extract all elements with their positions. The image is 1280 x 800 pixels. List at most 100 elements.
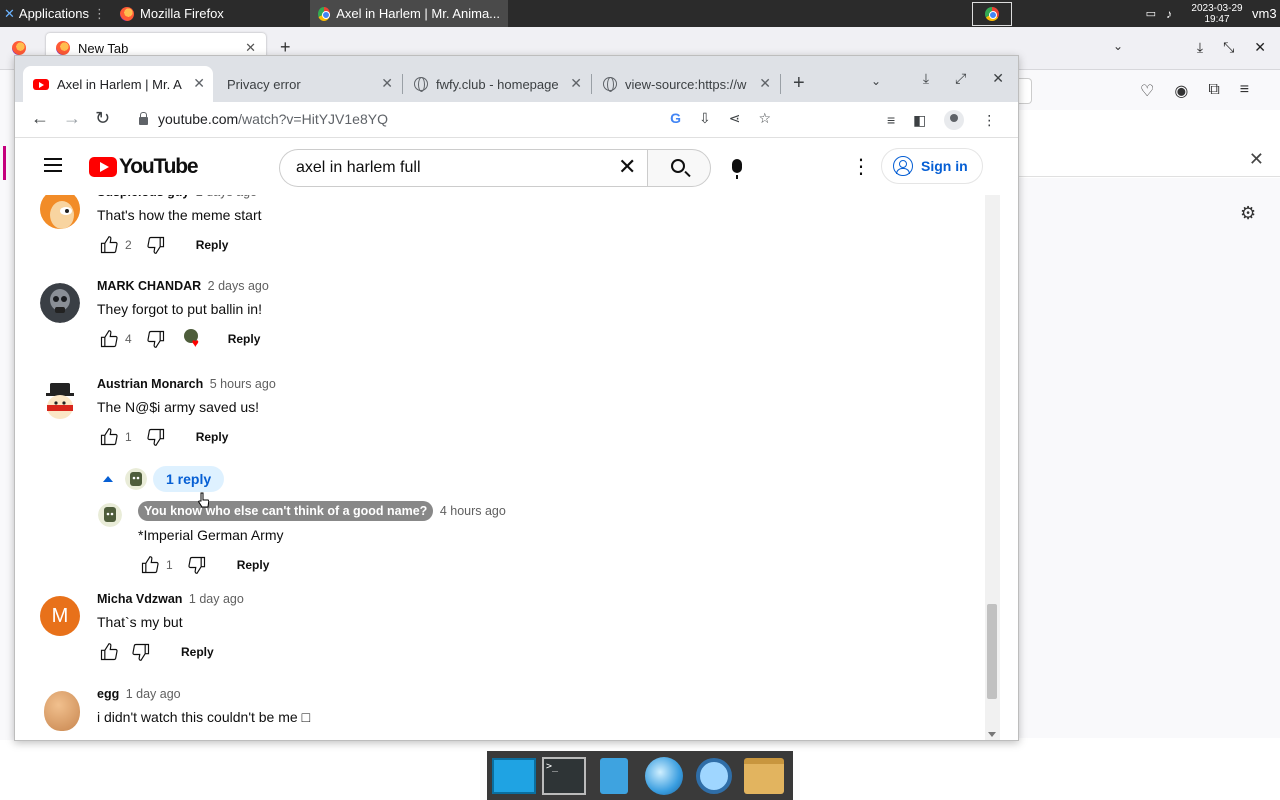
firefox-newtab-page [1018, 178, 1280, 738]
reply-button[interactable]: Reply [196, 238, 229, 252]
google-lens-icon[interactable]: G [670, 110, 681, 127]
like-count: 1 [166, 558, 173, 572]
dislike-icon[interactable] [144, 233, 168, 257]
share-icon[interactable]: ⋖ [729, 110, 741, 127]
dislike-icon[interactable] [144, 327, 168, 351]
taskbar-chrome[interactable]: Axel in Harlem | Mr. Anima... [310, 0, 509, 27]
avatar[interactable] [44, 691, 80, 731]
battery-icon[interactable]: ▭ [1146, 7, 1156, 20]
scroll-down-icon[interactable] [988, 732, 996, 737]
clock[interactable]: 2023-03-29 19:47 [1186, 3, 1248, 25]
reply-button[interactable]: Reply [196, 430, 229, 444]
avatar[interactable] [40, 381, 80, 421]
address-bar[interactable]: youtube.com/watch?v=HitYJV1e8YQ G ⇩ ⋖ ☆ [127, 104, 779, 134]
comment-author[interactable]: egg [97, 687, 119, 701]
maximize-icon[interactable]: ⤢ [955, 70, 966, 87]
like-icon[interactable] [97, 233, 121, 257]
install-app-icon[interactable]: ⇩ [699, 110, 711, 127]
comment-time[interactable]: 4 hours ago [440, 504, 506, 518]
comment-author[interactable]: Micha Vdzwan [97, 592, 182, 606]
search-input[interactable] [279, 149, 647, 187]
tab-youtube[interactable]: Axel in Harlem | Mr. A ✕ [23, 66, 213, 102]
comment-author[interactable]: MARK CHANDAR [97, 279, 201, 293]
applications-menu[interactable]: ✕ Applications ⋮ [0, 0, 112, 27]
avatar[interactable] [40, 189, 80, 229]
terminal-icon[interactable] [541, 754, 587, 798]
tab-privacy-error[interactable]: Privacy error ✕ [217, 66, 401, 102]
minimize-icon[interactable]: ⤓ [923, 70, 929, 87]
close-icon[interactable]: ✕ [1249, 149, 1264, 170]
avatar[interactable] [98, 503, 122, 527]
scrollbar-thumb[interactable] [987, 604, 997, 699]
user-label[interactable]: vm3 [1252, 6, 1280, 21]
pocket-icon[interactable]: ♡ [1140, 81, 1154, 101]
replies-toggle[interactable]: 1 reply [98, 465, 225, 493]
extensions-icon[interactable]: ⧉ [1208, 81, 1219, 101]
tab-fwfy[interactable]: fwfy.club - homepage ✕ [404, 66, 590, 102]
page-scrollbar[interactable] [985, 139, 1000, 740]
close-icon[interactable]: ✕ [759, 75, 771, 92]
taskbar-firefox[interactable]: Mozilla Firefox [112, 0, 310, 27]
bookmark-star-icon[interactable]: ☆ [758, 110, 771, 127]
reload-icon[interactable]: ↻ [95, 108, 110, 129]
avatar[interactable]: M [40, 596, 80, 636]
reply-button[interactable]: Reply [237, 558, 270, 572]
comment-author-chip[interactable]: You know who else can't think of a good … [138, 501, 434, 521]
comment-author[interactable]: Austrian Monarch [97, 377, 203, 391]
side-panel-icon[interactable]: ◧ [913, 112, 926, 129]
close-window-icon[interactable]: ✕ [992, 70, 1004, 87]
chrome-menu-icon[interactable]: ⋮ [982, 112, 996, 129]
replies-count-button[interactable]: 1 reply [153, 466, 225, 492]
close-window-icon[interactable]: ✕ [1254, 39, 1266, 56]
gear-icon[interactable]: ⚙ [1240, 203, 1256, 224]
tab-view-source[interactable]: view-source:https://w ✕ [593, 66, 779, 102]
tray-chrome-icon[interactable] [971, 1, 1012, 26]
reply-button[interactable]: Reply [181, 645, 214, 659]
new-tab-button[interactable]: + [793, 72, 805, 95]
dislike-icon[interactable] [144, 425, 168, 449]
avatar[interactable] [40, 283, 80, 323]
lock-icon[interactable] [139, 111, 148, 125]
search-button[interactable] [647, 149, 711, 187]
comment-time[interactable]: 2 days ago [208, 279, 269, 293]
app-finder-icon[interactable] [691, 754, 737, 798]
back-icon[interactable]: ← [31, 108, 49, 129]
bell-icon[interactable]: ♪ [1166, 7, 1172, 21]
close-icon[interactable]: ✕ [245, 40, 256, 56]
hamburger-menu-icon[interactable]: ≡ [1240, 81, 1249, 101]
firefox-urlbar[interactable] [1018, 78, 1032, 104]
firefox-view-icon[interactable] [12, 41, 26, 55]
minimize-icon[interactable]: ⤓ [1197, 39, 1203, 56]
tab-search-icon[interactable]: ⌄ [871, 74, 881, 88]
more-options-icon[interactable]: ⋮ [851, 157, 871, 177]
like-icon[interactable] [97, 327, 121, 351]
home-folder-icon[interactable] [741, 754, 787, 798]
firefox-list-tabs-icon[interactable]: ⌄ [1113, 39, 1123, 53]
like-icon[interactable] [97, 425, 121, 449]
file-manager-icon[interactable] [591, 754, 637, 798]
account-icon[interactable]: ◉ [1174, 81, 1188, 101]
like-icon[interactable] [138, 553, 162, 577]
sign-in-button[interactable]: Sign in [881, 148, 983, 184]
hamburger-menu-icon[interactable] [44, 158, 62, 172]
forward-icon[interactable]: → [63, 108, 81, 129]
media-controls-icon[interactable]: ≡ [887, 112, 895, 128]
youtube-logo[interactable]: YouTube [89, 155, 199, 179]
close-icon[interactable]: ✕ [381, 75, 393, 92]
dislike-icon[interactable] [129, 640, 153, 664]
close-icon[interactable]: ✕ [193, 75, 205, 92]
comment-time[interactable]: 5 hours ago [210, 377, 276, 391]
like-icon[interactable] [97, 640, 121, 664]
web-browser-icon[interactable] [641, 754, 687, 798]
microphone-icon[interactable] [732, 159, 742, 179]
profile-icon[interactable] [944, 110, 965, 130]
comment-time[interactable]: 1 day ago [189, 592, 244, 606]
reply-button[interactable]: Reply [228, 332, 261, 346]
search-icon [671, 159, 685, 173]
close-icon[interactable]: ✕ [570, 75, 582, 92]
show-desktop-icon[interactable] [491, 754, 537, 798]
dislike-icon[interactable] [185, 553, 209, 577]
maximize-icon[interactable]: ⤡ [1223, 39, 1234, 56]
comment-time[interactable]: 1 day ago [126, 687, 181, 701]
clear-search-icon[interactable]: ✕ [618, 156, 636, 178]
